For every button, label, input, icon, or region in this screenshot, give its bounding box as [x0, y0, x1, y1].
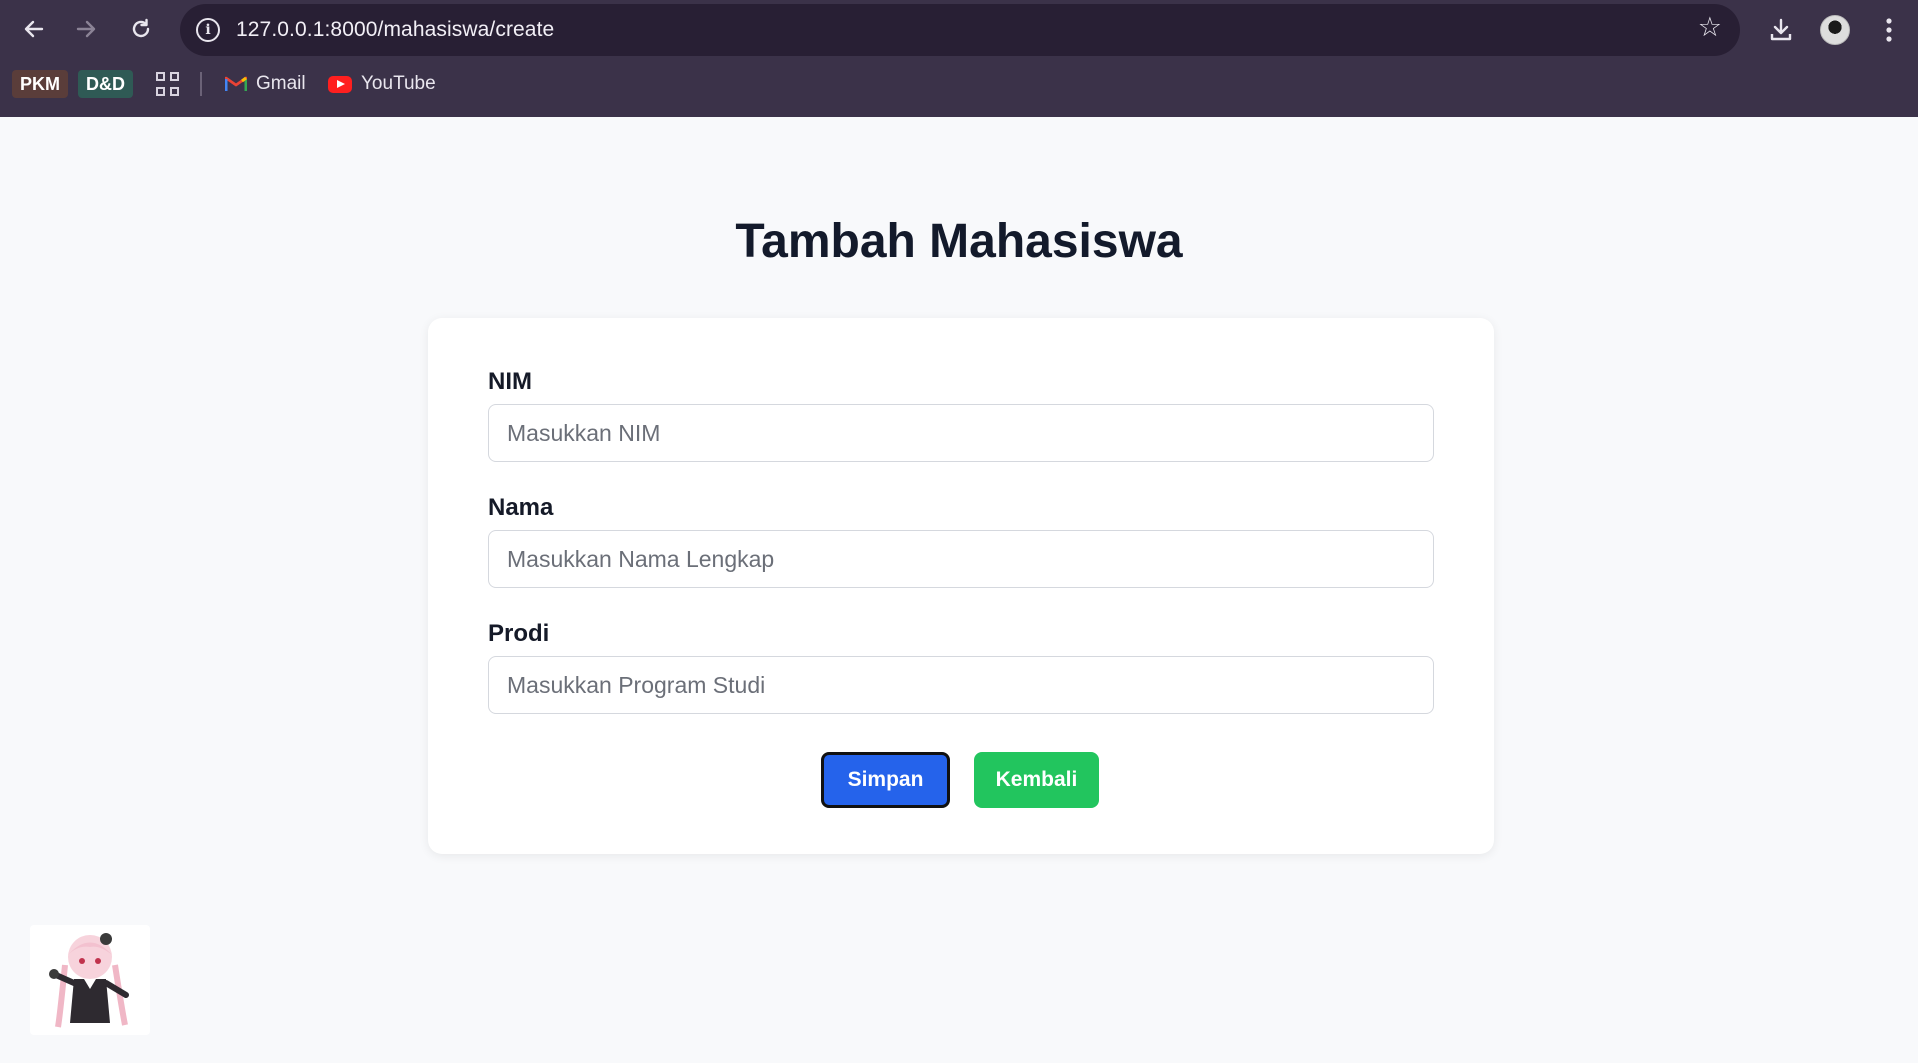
avatar: [1820, 15, 1850, 45]
youtube-icon: [328, 75, 352, 93]
menu-kebab-icon[interactable]: [1869, 12, 1909, 48]
mascot-sticker-image: [30, 925, 150, 1035]
url-text[interactable]: 127.0.0.1:8000/mahasiswa/create: [236, 18, 554, 42]
gmail-icon: [224, 76, 248, 92]
prodi-label: Prodi: [488, 620, 550, 647]
back-arrow-icon[interactable]: [14, 12, 54, 46]
save-button[interactable]: Simpan: [821, 752, 950, 808]
profile-avatar[interactable]: [1815, 12, 1855, 48]
nim-input[interactable]: [488, 404, 1434, 462]
bookmark-label: YouTube: [361, 73, 436, 94]
bookmark-pkm[interactable]: PKM: [12, 70, 68, 98]
bookmarks-bar: PKM D&D Gmail YouTube: [0, 66, 1918, 102]
back-button[interactable]: Kembali: [974, 752, 1099, 808]
browser-chrome: i 127.0.0.1:8000/mahasiswa/create ☆ PKM …: [0, 0, 1918, 117]
bookmark-star-icon[interactable]: ☆: [1698, 14, 1722, 41]
nama-label: Nama: [488, 494, 554, 521]
bookmark-youtube[interactable]: YouTube: [328, 70, 436, 98]
nama-input[interactable]: [488, 530, 1434, 588]
reload-icon[interactable]: [121, 12, 161, 46]
bookmark-dd[interactable]: D&D: [78, 70, 133, 98]
address-bar[interactable]: i 127.0.0.1:8000/mahasiswa/create ☆: [180, 4, 1740, 56]
bookmark-gmail[interactable]: Gmail: [224, 70, 306, 98]
forward-arrow-icon[interactable]: [66, 12, 106, 46]
prodi-input[interactable]: [488, 656, 1434, 714]
apps-grid-icon[interactable]: [156, 72, 180, 96]
bookmark-divider: [200, 72, 202, 96]
bookmark-label: Gmail: [256, 73, 306, 94]
student-form-card: NIM Nama Prodi Simpan Kembali: [428, 318, 1494, 854]
download-icon[interactable]: [1761, 12, 1801, 48]
site-info-icon[interactable]: i: [196, 18, 220, 42]
nim-label: NIM: [488, 368, 532, 395]
page-title: Tambah Mahasiswa: [735, 215, 1183, 268]
